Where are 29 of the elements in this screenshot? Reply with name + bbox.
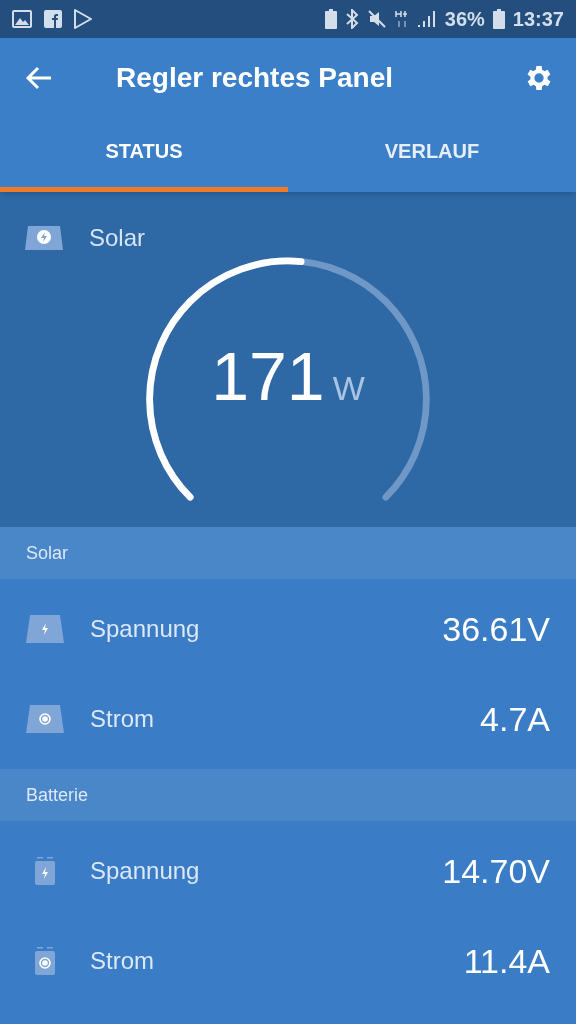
mute-icon [366, 9, 387, 29]
screen-title: Regler rechtes Panel [116, 61, 394, 95]
lightning-panel-icon [26, 615, 64, 643]
network-icon [394, 9, 409, 29]
row-label: Strom [90, 704, 154, 734]
row-label: Spannung [90, 614, 200, 644]
row-value: 4.7A [480, 698, 550, 740]
image-icon [12, 10, 32, 28]
bluetooth-icon [344, 9, 359, 29]
section-header: Batterie [0, 769, 576, 821]
battery-icon [492, 9, 505, 29]
row-value: 11.4A [463, 940, 550, 982]
power-unit: W [332, 371, 365, 405]
row-value: 36.61V [442, 608, 550, 650]
section-header: Solar [0, 527, 576, 579]
battery-percent: 36% [444, 7, 485, 32]
clock: 13:37 [512, 7, 564, 32]
row-label: Strom [90, 946, 154, 976]
gauge-label: Solar [89, 223, 146, 253]
row-value: 14.70V [442, 850, 550, 892]
tab[interactable]: VERLAUF [288, 118, 576, 192]
solar-panel-icon [25, 226, 63, 250]
battery-saver-icon [324, 9, 337, 29]
play-store-icon [74, 9, 92, 29]
signal-icon [416, 10, 437, 28]
dot-panel-icon [26, 705, 64, 733]
f-app-icon [44, 10, 62, 28]
row-label: Spannung [90, 856, 200, 886]
power-value: 171 [211, 342, 325, 410]
